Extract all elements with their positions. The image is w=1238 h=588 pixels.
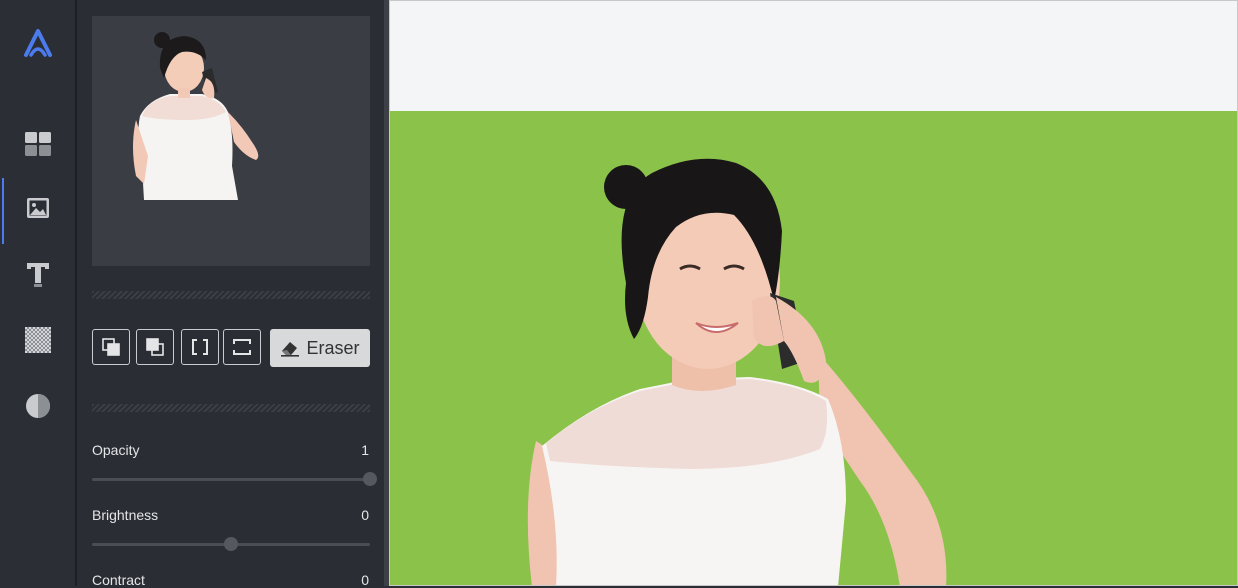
eraser-icon xyxy=(281,342,300,357)
image-icon xyxy=(26,198,49,218)
sidebar-item-text[interactable] xyxy=(0,244,75,304)
section-divider xyxy=(92,291,370,299)
opacity-label: Opacity xyxy=(92,442,140,458)
design-canvas[interactable] xyxy=(389,0,1238,586)
sidebar-item-layouts[interactable] xyxy=(0,114,75,174)
brightness-slider-knob[interactable] xyxy=(224,537,238,551)
checkerboard-icon xyxy=(24,327,51,353)
sidebar-item-images[interactable] xyxy=(0,178,75,244)
sidebar-item-background[interactable] xyxy=(0,310,75,370)
sidebar-item-filters[interactable] xyxy=(0,376,75,436)
crop-button[interactable] xyxy=(181,329,219,365)
photo-layer[interactable] xyxy=(390,1,1238,586)
contrast-icon xyxy=(25,394,50,418)
sidebar-rail xyxy=(0,0,77,586)
image-preview-thumbnail[interactable] xyxy=(92,16,370,266)
grid-icon xyxy=(24,132,51,156)
eraser-label: Eraser xyxy=(306,337,360,358)
opacity-slider[interactable] xyxy=(92,472,377,486)
eraser-button[interactable]: Eraser xyxy=(270,329,370,367)
opacity-slider-knob[interactable] xyxy=(363,472,377,486)
bring-forward-button[interactable] xyxy=(92,329,130,365)
brightness-label: Brightness xyxy=(92,507,159,523)
text-icon xyxy=(26,263,49,287)
section-divider xyxy=(92,404,370,412)
send-backward-button[interactable] xyxy=(136,329,174,365)
flip-button[interactable] xyxy=(223,329,261,365)
send-backward-icon xyxy=(146,338,164,356)
bring-forward-icon xyxy=(102,338,120,356)
brand-logo-icon[interactable] xyxy=(0,12,75,72)
image-tool-panel: Eraser Opacity 1 Brightness 0 Contract 0 xyxy=(77,0,384,588)
opacity-value: 1 xyxy=(361,442,369,458)
brightness-slider[interactable] xyxy=(92,537,370,551)
crop-bracket-icon xyxy=(192,339,208,355)
brightness-value: 0 xyxy=(361,507,369,523)
flip-icon xyxy=(233,339,251,355)
